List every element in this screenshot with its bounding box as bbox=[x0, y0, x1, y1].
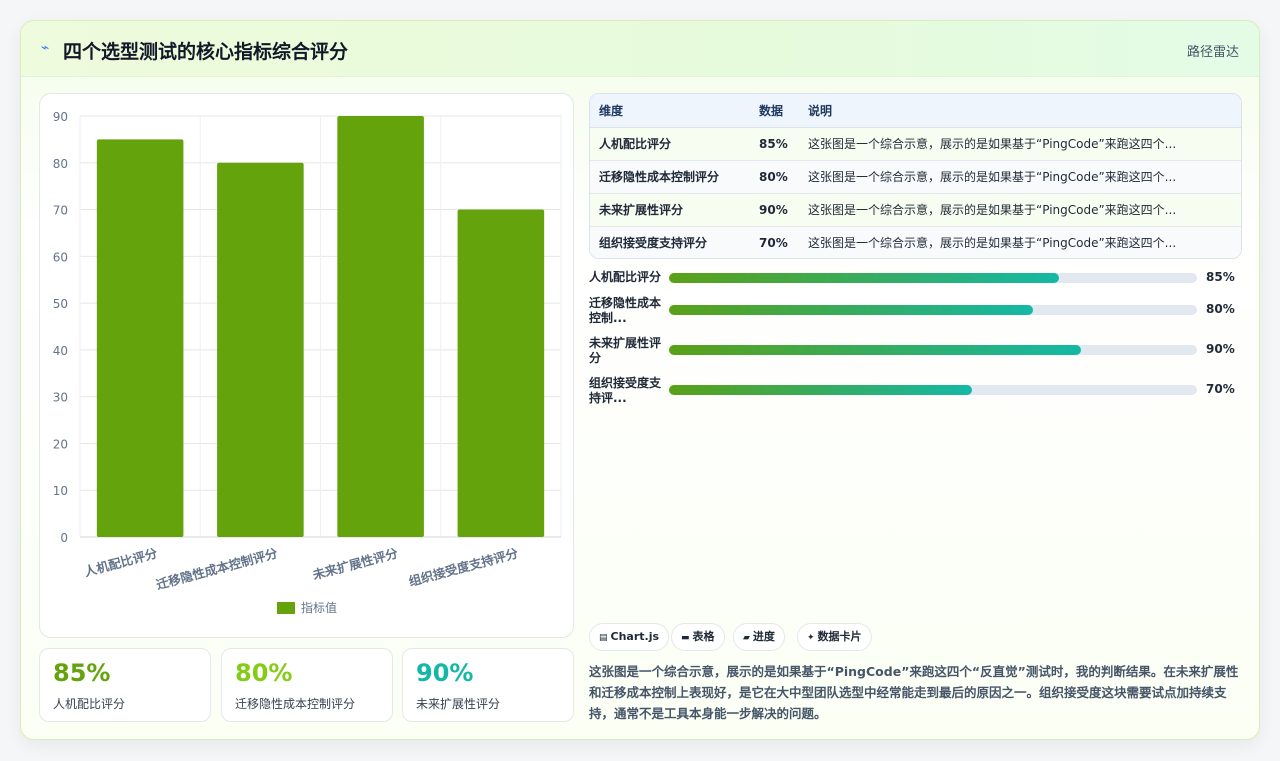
kpi-card: 90% 未来扩展性评分 bbox=[402, 648, 574, 722]
chip-label: 进度 bbox=[752, 630, 775, 643]
progress-track bbox=[669, 305, 1197, 315]
kpi-label: 迁移隐性成本控制评分 bbox=[235, 697, 356, 711]
progress-row: 迁移隐性成本控制... 80% bbox=[589, 296, 1244, 330]
y-tick-label: 30 bbox=[53, 391, 68, 405]
bar-chart-panel: 0 10 20 30 40 50 60 70 80 90 人机配比评分 迁移隐性成本控制评分 未来扩展性… bbox=[39, 93, 574, 638]
kpi-label: 人机配比评分 bbox=[53, 697, 126, 711]
table-row[interactable]: 迁移隐性成本控制评分 80% 这张图是一个综合示意，展示的是如果基于“PingCod… bbox=[590, 160, 1241, 194]
progress-label: 未来扩展性评分 bbox=[589, 336, 662, 365]
data-table: 维度 数据 说明 人机配比评分 85% 这张图是一个综合示意，展示的是如果基于“Pi… bbox=[589, 93, 1242, 259]
progress-label: 组织接受度支持评... bbox=[589, 376, 662, 405]
cell-data: 85% bbox=[750, 127, 799, 161]
progress-value: 85% bbox=[1206, 270, 1235, 284]
y-tick-label: 80 bbox=[53, 157, 68, 171]
cell-note: 这张图是一个综合示意，展示的是如果基于“PingCode”来跑这四个... bbox=[799, 193, 1241, 227]
description-text: 这张图是一个综合示意，展示的是如果基于“PingCode”来跑这四个“反直觉”测… bbox=[589, 664, 1239, 721]
y-tick-label: 40 bbox=[53, 344, 68, 358]
chip-label: Chart.js bbox=[610, 630, 660, 643]
kpi-value: 90% bbox=[416, 659, 474, 687]
progress-fill bbox=[669, 305, 1033, 315]
table-icon: ▬ bbox=[681, 633, 690, 643]
cell-note: 这张图是一个综合示意，展示的是如果基于“PingCode”来跑这四个... bbox=[799, 127, 1241, 161]
progress-row: 未来扩展性评分 90% bbox=[589, 336, 1244, 370]
cell-dimension: 人机配比评分 bbox=[590, 127, 750, 161]
kpi-card: 80% 迁移隐性成本控制评分 bbox=[221, 648, 393, 722]
x-tick-label: 组织接受度支持评分 bbox=[407, 545, 520, 589]
cell-note: 这张图是一个综合示意，展示的是如果基于“PingCode”来跑这四个... bbox=[799, 160, 1241, 194]
bar[interactable] bbox=[217, 162, 304, 537]
progress-track bbox=[669, 385, 1197, 395]
progress-track bbox=[669, 273, 1197, 283]
x-tick-label: 人机配比评分 bbox=[83, 545, 160, 579]
table-row[interactable]: 人机配比评分 85% 这张图是一个综合示意，展示的是如果基于“PingCode”来跑… bbox=[590, 127, 1241, 161]
cell-dimension: 组织接受度支持评分 bbox=[590, 226, 750, 258]
cell-dimension: 未来扩展性评分 bbox=[590, 193, 750, 227]
card-icon: ✦ bbox=[807, 633, 815, 643]
dashboard-card: ⌁ 四个选型测试的核心指标综合评分 路径雷达 0 10 20 30 40 50 60 70 80… bbox=[20, 20, 1260, 740]
cell-data: 70% bbox=[750, 226, 799, 258]
table-header-data: 数据 bbox=[750, 94, 799, 128]
header-tag: 路径雷达 bbox=[1186, 45, 1239, 60]
progress-fill bbox=[669, 345, 1081, 355]
progress-value: 70% bbox=[1206, 382, 1235, 396]
table-row[interactable]: 组织接受度支持评分 70% 这张图是一个综合示意，展示的是如果基于“PingCode… bbox=[590, 226, 1241, 258]
chip-label: 表格 bbox=[692, 630, 715, 643]
kpi-card: 85% 人机配比评分 bbox=[39, 648, 211, 722]
kpi-value: 85% bbox=[53, 659, 111, 687]
progress-icon: ▰ bbox=[743, 633, 750, 643]
progress-row: 组织接受度支持评... 70% bbox=[589, 376, 1244, 410]
table-header-note: 说明 bbox=[799, 94, 1241, 128]
y-tick-label: 90 bbox=[53, 110, 68, 124]
page-title: 四个选型测试的核心指标综合评分 bbox=[63, 41, 349, 63]
progress-fill bbox=[669, 273, 1059, 283]
bar[interactable] bbox=[96, 139, 184, 537]
x-tick-label: 未来扩展性评分 bbox=[310, 545, 400, 583]
chip-card[interactable]: ✦ 数据卡片 bbox=[797, 623, 872, 651]
cell-note: 这张图是一个综合示意，展示的是如果基于“PingCode”来跑这四个... bbox=[799, 226, 1241, 258]
y-tick-label: 70 bbox=[53, 204, 68, 218]
progress-value: 90% bbox=[1206, 342, 1235, 356]
kpi-label: 未来扩展性评分 bbox=[416, 697, 501, 711]
cell-data: 80% bbox=[750, 160, 799, 194]
progress-fill bbox=[669, 385, 973, 395]
x-tick-label: 迁移隐性成本控制评分 bbox=[155, 545, 280, 592]
bar-chart[interactable]: 0 10 20 30 40 50 60 70 80 90 人机配比评分迁移隐性成本控制评分 未来扩展性… bbox=[40, 94, 575, 639]
chart-icon: ▤ bbox=[599, 633, 608, 643]
card-header: ⌁ 四个选型测试的核心指标综合评分 路径雷达 bbox=[21, 21, 1259, 77]
cell-data: 90% bbox=[750, 193, 799, 227]
chip-chart[interactable]: ▤ Chart.js bbox=[589, 623, 670, 651]
y-tick-label: 10 bbox=[53, 484, 68, 498]
y-tick-label: 60 bbox=[53, 250, 68, 264]
chip-label: 数据卡片 bbox=[817, 630, 862, 643]
bar[interactable] bbox=[337, 116, 424, 537]
cell-dimension: 迁移隐性成本控制评分 bbox=[590, 160, 750, 194]
bar[interactable] bbox=[457, 209, 545, 538]
legend-label[interactable]: 指标值 bbox=[301, 600, 337, 615]
chip-progress[interactable]: ▰ 进度 bbox=[733, 623, 785, 651]
y-tick-label: 50 bbox=[53, 297, 68, 311]
progress-value: 80% bbox=[1206, 302, 1235, 316]
chip-table[interactable]: ▬ 表格 bbox=[671, 623, 725, 651]
table-header-dimension: 维度 bbox=[590, 94, 750, 128]
progress-label: 迁移隐性成本控制... bbox=[589, 296, 662, 325]
y-tick-label: 0 bbox=[60, 531, 68, 545]
lightning-icon: ⌁ bbox=[41, 40, 50, 56]
progress-label: 人机配比评分 bbox=[589, 270, 662, 284]
progress-track bbox=[669, 345, 1197, 355]
table-row[interactable]: 未来扩展性评分 90% 这张图是一个综合示意，展示的是如果基于“PingCode”来… bbox=[590, 193, 1241, 227]
y-tick-label: 20 bbox=[53, 437, 68, 451]
kpi-value: 80% bbox=[235, 659, 293, 687]
legend-swatch bbox=[277, 602, 295, 614]
